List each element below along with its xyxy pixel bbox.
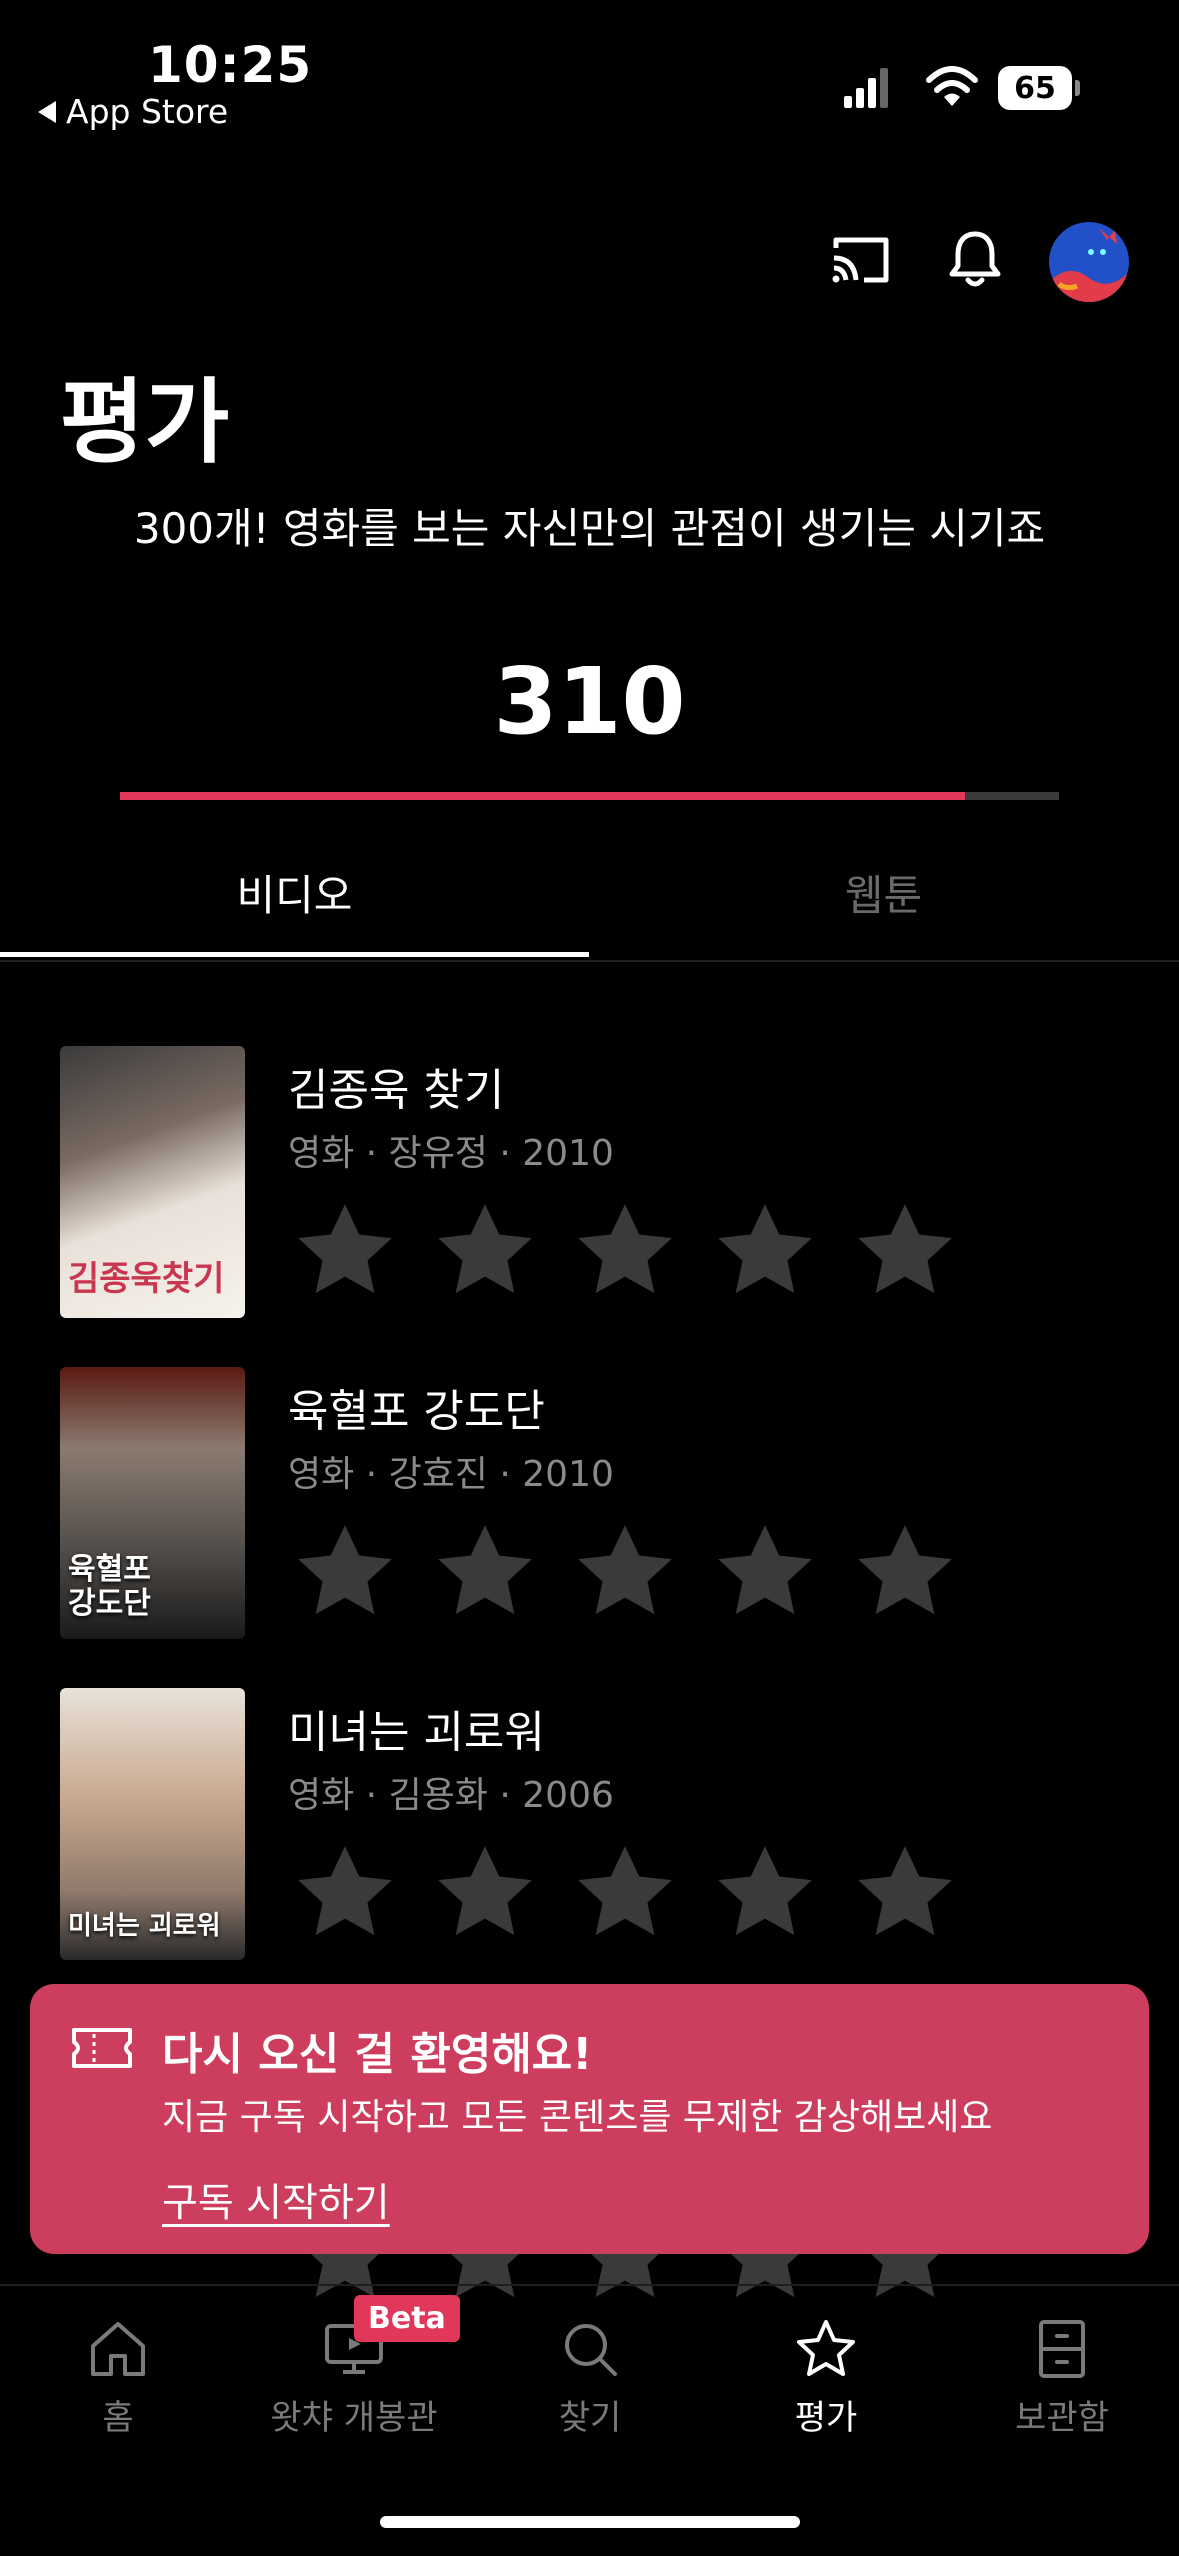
profile-avatar[interactable] [1049, 222, 1129, 302]
nav-search[interactable]: 찾기 [472, 2306, 708, 2446]
back-label: App Store [66, 92, 229, 131]
movie-poster[interactable]: 김종욱찾기 [60, 1046, 245, 1318]
star-icon[interactable] [290, 1838, 400, 1948]
item-meta: 영화 · 김용화 · 2006 [288, 1775, 614, 1816]
notification-bell-icon[interactable] [944, 228, 1006, 290]
back-to-app-store[interactable]: App Store [38, 92, 228, 131]
star-icon [797, 2320, 855, 2376]
home-icon [91, 2322, 145, 2376]
search-icon [565, 2324, 617, 2376]
star-icon[interactable] [570, 1838, 680, 1948]
nav-label: 보관함 [1015, 2398, 1109, 2438]
rating-progress-bar [120, 792, 1059, 800]
page-title: 평가 [60, 369, 230, 476]
nav-divider [0, 2284, 1179, 2286]
star-icon[interactable] [850, 1838, 960, 1948]
item-meta: 영화 · 장유정 · 2010 [288, 1133, 614, 1174]
status-time: 10:25 [148, 36, 313, 94]
battery-icon: 65 [998, 66, 1080, 110]
start-subscription-link[interactable]: 구독 시작하기 [162, 2172, 390, 2228]
nav-label: 평가 [794, 2398, 858, 2438]
ticket-icon [72, 2028, 132, 2068]
banner-title: 다시 오신 걸 환영해요! [162, 2029, 593, 2080]
beta-badge: Beta [354, 2295, 460, 2342]
list-item[interactable]: 김종욱찾기 김종욱 찾기 영화 · 장유정 · 2010 [0, 1046, 1179, 1346]
list-item[interactable]: 육혈포 강도단 육혈포 강도단 영화 · 강효진 · 2010 [0, 1367, 1179, 1667]
poster-title: 육혈포 강도단 [68, 1552, 151, 1621]
star-icon[interactable] [570, 1517, 680, 1627]
star-rating[interactable] [290, 1196, 960, 1306]
battery-level: 65 [998, 66, 1072, 110]
rating-progress-fill [120, 792, 966, 800]
star-icon[interactable] [570, 1196, 680, 1306]
star-icon[interactable] [290, 1517, 400, 1627]
item-title: 김종욱 찾기 [288, 1065, 505, 1116]
subscription-banner[interactable]: 다시 오신 걸 환영해요! 지금 구독 시작하고 모든 콘텐츠를 무제한 감상해… [30, 1984, 1149, 2254]
tab-webtoon[interactable]: 웹툰 [589, 862, 1178, 923]
nav-label: 왓챠 개봉관 [270, 2398, 438, 2438]
star-icon[interactable] [850, 1196, 960, 1306]
star-icon[interactable] [430, 1838, 540, 1948]
star-icon[interactable] [430, 1517, 540, 1627]
item-meta: 영화 · 강효진 · 2010 [288, 1454, 614, 1495]
star-rating[interactable] [290, 1517, 960, 1627]
cabinet-icon [1039, 2320, 1085, 2378]
star-icon[interactable] [290, 1196, 400, 1306]
star-icon[interactable] [710, 1517, 820, 1627]
banner-body: 지금 구독 시작하고 모든 콘텐츠를 무제한 감상해보세요 [162, 2097, 993, 2138]
back-arrow-icon [38, 100, 56, 123]
cellular-signal-icon [844, 68, 888, 108]
wifi-icon [926, 66, 978, 106]
movie-poster[interactable]: 육혈포 강도단 [60, 1367, 245, 1639]
star-icon[interactable] [710, 1838, 820, 1948]
item-title: 미녀는 괴로워 [288, 1707, 545, 1758]
nav-home[interactable]: 홈 [0, 2306, 236, 2446]
poster-title: 김종욱찾기 [68, 1259, 225, 1299]
poster-title: 미녀는 괴로워 [68, 1911, 221, 1941]
star-icon[interactable] [710, 1196, 820, 1306]
star-rating[interactable] [290, 1838, 960, 1948]
movie-poster[interactable]: 미녀는 괴로워 [60, 1688, 245, 1960]
tab-divider [0, 960, 1179, 962]
star-icon[interactable] [430, 1196, 540, 1306]
item-title: 육혈포 강도단 [288, 1386, 545, 1437]
star-icon[interactable] [850, 1517, 960, 1627]
nav-label: 찾기 [558, 2398, 622, 2438]
rating-count: 310 [493, 648, 686, 755]
nav-label: 홈 [102, 2398, 134, 2438]
nav-library[interactable]: 보관함 [944, 2306, 1179, 2446]
list-item[interactable]: 미녀는 괴로워 미녀는 괴로워 영화 · 김용화 · 2006 [0, 1688, 1179, 1988]
tab-video[interactable]: 비디오 [0, 862, 589, 923]
cast-icon[interactable] [830, 234, 892, 286]
active-tab-indicator [0, 952, 589, 957]
rating-milestone-message: 300개! 영화를 보는 자신만의 관점이 생기는 시기죠 [133, 504, 1046, 553]
home-indicator[interactable] [380, 2516, 800, 2528]
nav-rating[interactable]: 평가 [708, 2306, 944, 2446]
